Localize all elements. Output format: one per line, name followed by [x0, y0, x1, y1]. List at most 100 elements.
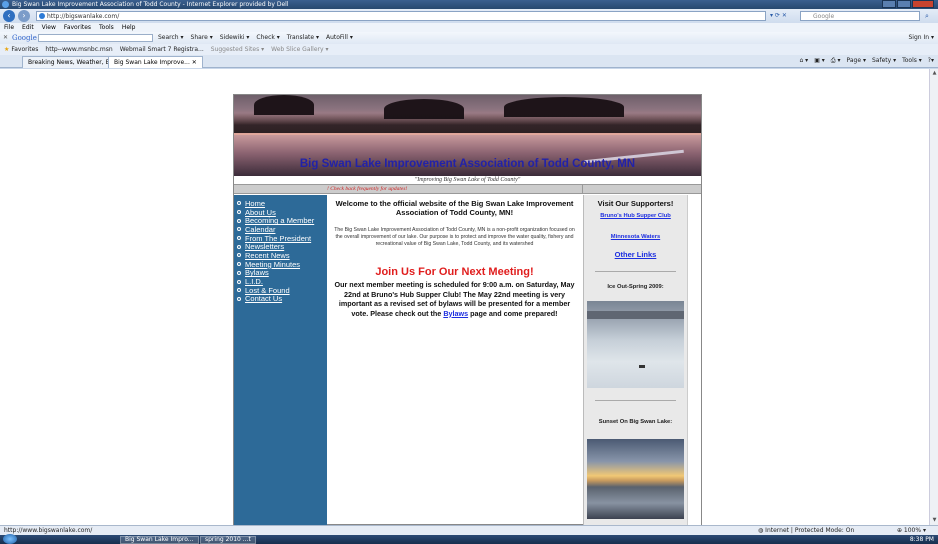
menu-edit[interactable]: Edit — [22, 23, 34, 32]
search-placeholder: Google — [813, 13, 835, 20]
sponsor-link-brunos[interactable]: Bruno's Hub Supper Club — [587, 213, 684, 219]
taskbar: Big Swan Lake Impro... spring 2010 ...t … — [0, 534, 938, 544]
forward-button[interactable]: › — [18, 10, 30, 22]
command-bar: ⌂ ▾ ▣ ▾ ⎙ ▾ Page ▾ Safety ▾ Tools ▾ ?▾ — [799, 55, 934, 67]
nav-home[interactable]: Home — [234, 199, 327, 208]
taskbar-item-ie[interactable]: Big Swan Lake Impro... — [120, 536, 199, 544]
update-bar: ! Check back frequently for updates! — [234, 184, 701, 194]
favorites-label: Favorites — [11, 46, 39, 53]
banner-treeline — [234, 113, 701, 133]
tab-breaking-news[interactable]: Breaking News, Weather, B... — [22, 56, 122, 68]
window-titlebar: Big Swan Lake Improvement Association of… — [0, 0, 938, 9]
nav-bullet-icon — [237, 253, 241, 258]
page-icon — [39, 13, 45, 19]
nav-bullet-icon — [237, 270, 241, 275]
tab-big-swan-lake[interactable]: Big Swan Lake Improve... ✕ — [108, 56, 203, 68]
favorite-suggested-sites[interactable]: Suggested Sites ▾ — [211, 44, 264, 55]
nav-bullet-icon — [237, 279, 241, 284]
nav-calendar[interactable]: Calendar — [234, 225, 327, 234]
photo-bird — [639, 365, 645, 368]
safety-menu[interactable]: Safety ▾ — [872, 55, 896, 67]
close-toolbar-icon[interactable]: ✕ — [3, 32, 8, 44]
nav-lost-and-found[interactable]: Lost & Found — [234, 286, 327, 295]
intro-paragraph: The Big Swan Lake Improvement Associatio… — [334, 227, 575, 247]
google-share-button[interactable]: Share ▾ — [191, 32, 213, 44]
scroll-down-icon[interactable]: ▼ — [931, 517, 938, 524]
menu-favorites[interactable]: Favorites — [64, 23, 91, 32]
favorites-button[interactable]: ★ Favorites — [4, 44, 38, 55]
nav-bullet-icon — [237, 210, 241, 215]
banner-trees — [254, 95, 314, 115]
google-check-button[interactable]: Check ▾ — [256, 32, 279, 44]
close-tab-icon[interactable]: ✕ — [192, 59, 197, 66]
supporters-heading: Visit Our Supporters! — [597, 199, 674, 208]
menu-bar: File Edit View Favorites Tools Help — [0, 23, 938, 32]
page-menu[interactable]: Page ▾ — [847, 55, 866, 67]
other-links-link[interactable]: Other Links — [587, 250, 684, 259]
zone-text: Internet | Protected Mode: On — [765, 527, 855, 534]
google-translate-button[interactable]: Translate ▾ — [287, 32, 319, 44]
vertical-scrollbar[interactable]: ▲ ▼ — [929, 69, 938, 525]
nav-bullet-icon — [237, 262, 241, 267]
favorite-webmail[interactable]: Webmail Smart 7 Registra... — [120, 44, 204, 55]
nav-recent-news[interactable]: Recent News — [234, 251, 327, 260]
ie-app-icon — [2, 1, 9, 8]
nav-becoming-a-member[interactable]: Becoming a Member — [234, 216, 327, 225]
maximize-button[interactable] — [897, 0, 911, 8]
google-sidewiki-button[interactable]: Sidewiki ▾ — [220, 32, 250, 44]
google-autofill-button[interactable]: AutoFill ▾ — [326, 32, 353, 44]
zoom-control[interactable]: ⊕ 100% ▾ — [897, 526, 926, 535]
minimize-button[interactable] — [882, 0, 896, 8]
google-signin-button[interactable]: Sign In ▾ — [909, 32, 935, 44]
photo1-caption: Ice Out-Spring 2009: — [607, 284, 664, 290]
close-button[interactable] — [912, 0, 934, 8]
url-input[interactable]: http://bigswanlake.com/ — [36, 11, 766, 21]
browser-viewport: Big Swan Lake Improvement Association of… — [0, 69, 929, 525]
zoom-icon: ⊕ — [896, 527, 902, 534]
feeds-icon[interactable]: ▣ ▾ — [814, 55, 825, 67]
nav-bullet-icon — [237, 227, 241, 232]
sponsor-link-minnesota-waters[interactable]: Minnesota Waters — [587, 234, 684, 240]
menu-file[interactable]: File — [4, 23, 14, 32]
favorite-web-slice-gallery[interactable]: Web Slice Gallery ▾ — [271, 44, 328, 55]
nav-meeting-minutes[interactable]: Meeting Minutes — [234, 260, 327, 269]
nav-newsletters[interactable]: Newsletters — [234, 242, 327, 251]
help-icon[interactable]: ?▾ — [928, 55, 934, 67]
favorite-msnbc[interactable]: http--www.msnbc.msn — [45, 44, 112, 55]
photo2-caption: Sunset On Big Swan Lake: — [598, 419, 673, 425]
print-icon[interactable]: ⎙ ▾ — [831, 55, 841, 67]
taskbar-clock: 8:38 PM — [909, 536, 934, 543]
update-bar-divider — [582, 185, 583, 194]
nav-bylaws[interactable]: Bylaws — [234, 268, 327, 277]
nav-about-us[interactable]: About Us — [234, 208, 327, 217]
search-input[interactable]: Google — [800, 11, 920, 21]
tab-bar: Breaking News, Weather, B... Big Swan La… — [0, 55, 938, 68]
window-controls — [882, 0, 934, 8]
meeting-paragraph: Our next member meeting is scheduled for… — [333, 280, 576, 318]
bylaws-link[interactable]: Bylaws — [443, 309, 468, 318]
menu-tools[interactable]: Tools — [99, 23, 114, 32]
star-icon: ★ — [4, 46, 10, 53]
nav-bullet-icon — [237, 296, 241, 301]
tools-menu[interactable]: Tools ▾ — [902, 55, 922, 67]
nav-lid[interactable]: L.I.D. — [234, 277, 327, 286]
menu-view[interactable]: View — [42, 23, 56, 32]
back-button[interactable]: ‹ — [3, 10, 15, 22]
tab-label: Big Swan Lake Improve... — [114, 59, 190, 66]
google-search-button[interactable]: Search ▾ — [158, 32, 184, 44]
site-page: Big Swan Lake Improvement Association of… — [233, 94, 702, 525]
taskbar-item-folder[interactable]: spring 2010 ...t — [200, 536, 256, 544]
nav-bullet-icon — [237, 288, 241, 293]
scroll-up-icon[interactable]: ▲ — [931, 70, 938, 77]
refresh-stop-controls[interactable]: ▾ ⟳ ✕ — [770, 12, 787, 19]
nav-contact-us[interactable]: Contact Us — [234, 294, 327, 303]
nav-from-the-president[interactable]: From The President — [234, 234, 327, 243]
start-button[interactable] — [3, 534, 17, 544]
menu-help[interactable]: Help — [122, 23, 136, 32]
page-right-gutter — [687, 195, 701, 525]
google-logo: Google — [12, 34, 37, 42]
google-search-input[interactable] — [38, 34, 153, 42]
search-icon[interactable]: ⌕ — [925, 12, 929, 21]
address-bar: ‹ › http://bigswanlake.com/ ▾ ⟳ ✕ Google… — [0, 9, 938, 23]
home-icon[interactable]: ⌂ ▾ — [799, 55, 808, 67]
